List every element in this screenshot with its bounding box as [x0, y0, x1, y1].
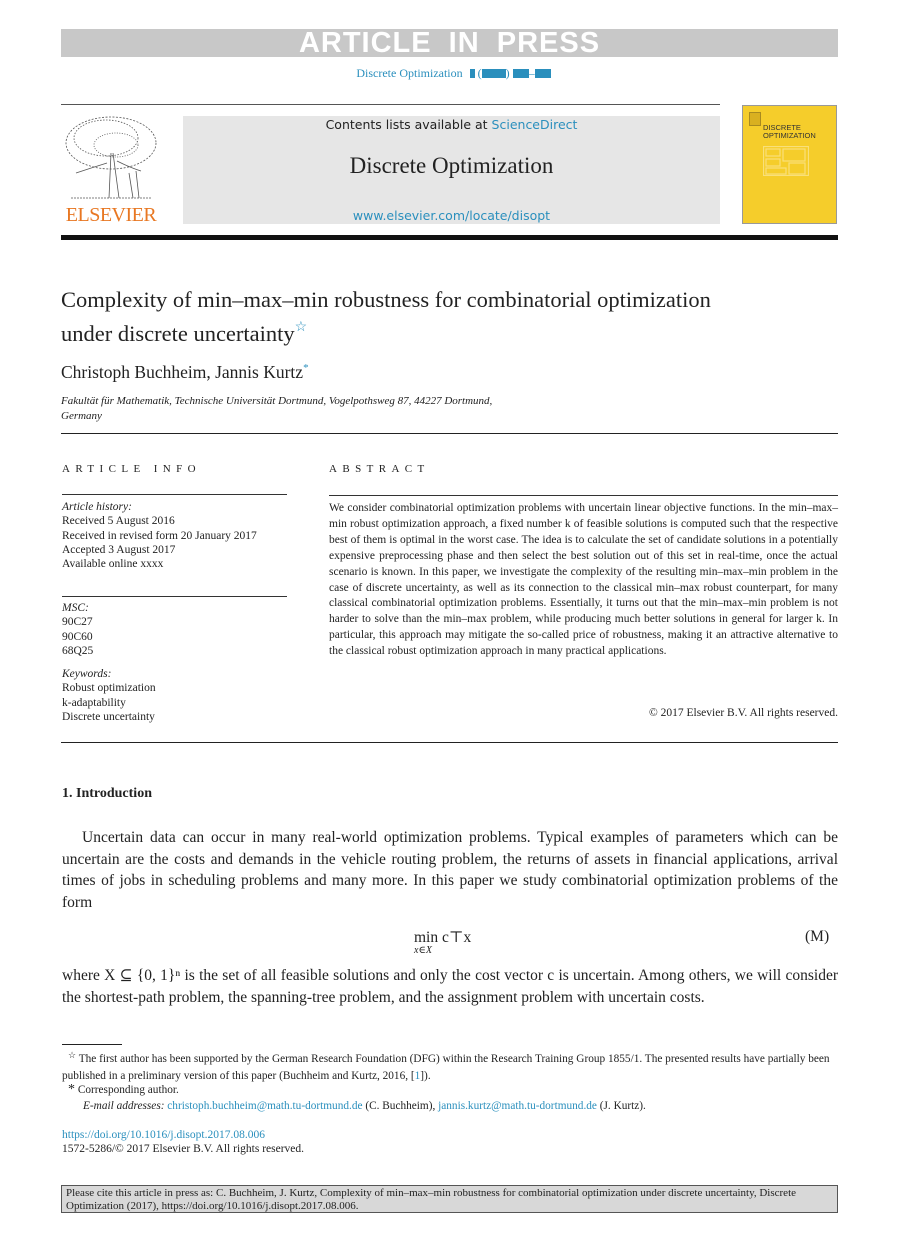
year-placeholder: [481, 69, 506, 78]
history-item: Available online xxxx: [62, 558, 164, 571]
abstract-copyright: © 2017 Elsevier B.V. All rights reserved…: [649, 707, 838, 719]
equation-expression: min c⊤x: [414, 929, 472, 946]
volume-placeholder: [469, 69, 475, 78]
header-thick-rule: [61, 235, 838, 240]
keyword: Discrete uncertainty: [62, 710, 155, 723]
journal-title: Discrete Optimization: [349, 153, 554, 178]
footnote-funding: ☆ The first author has been supported by…: [62, 1047, 838, 1086]
section-heading-introduction: 1. Introduction: [62, 786, 152, 801]
abstract-heading: ABSTRACT: [329, 463, 430, 475]
contents-prefix: Contents lists available at: [325, 117, 492, 132]
equation-label: (M): [805, 928, 830, 945]
article-in-press-banner: ARTICLE IN PRESS: [61, 26, 838, 59]
author-list: Christoph Buchheim, Jannis Kurtz*: [61, 362, 309, 383]
footnote-funding-text: The first author has been supported by t…: [62, 1053, 830, 1083]
history-item: Received 5 August 2016: [62, 515, 175, 528]
article-info-rule-2: [62, 596, 287, 597]
corresponding-author-text: Corresponding author.: [75, 1084, 179, 1096]
email-owner: (J. Kurtz).: [596, 1100, 646, 1112]
msc-code: 68Q25: [62, 644, 94, 657]
title-divider: [61, 433, 838, 434]
journal-url-link[interactable]: www.elsevier.com/locate/disopt: [353, 208, 550, 223]
affiliation-line2: Germany: [61, 410, 102, 422]
authors-text: Christoph Buchheim, Jannis Kurtz: [61, 362, 304, 382]
footnote-star-mark: ☆: [68, 1050, 77, 1060]
abstract-text: We consider combinatorial optimization p…: [329, 502, 838, 658]
article-history: Article history: Received 5 August 2016 …: [62, 500, 290, 571]
running-head-journal: Discrete Optimization: [356, 66, 463, 80]
corresponding-author-link[interactable]: *: [303, 362, 309, 374]
msc-codes: MSC: 90C27 90C60 68Q25: [62, 601, 290, 658]
cover-title-line2: OPTIMIZATION: [763, 131, 816, 140]
msc-code: 90C27: [62, 616, 93, 629]
sciencedirect-link[interactable]: ScienceDirect: [492, 117, 578, 132]
citation-box: Please cite this article in press as: C.…: [61, 1185, 838, 1213]
email-owner: (C. Buchheim),: [362, 1100, 439, 1112]
msc-label: MSC:: [62, 602, 89, 614]
email-addresses: E-mail addresses: christoph.buchheim@mat…: [62, 1098, 859, 1115]
paper-title-text: Complexity of min–max–min robustness for…: [61, 287, 711, 346]
footnote-asterisk-mark: *: [68, 1082, 75, 1097]
equation-m: min c⊤x x∈X: [414, 928, 472, 956]
abstract-rule: [329, 495, 838, 496]
cover-graphic: [763, 146, 809, 176]
keyword: k-adaptability: [62, 696, 126, 709]
equation-subscript: x∈X: [414, 945, 432, 956]
running-head: Discrete Optimization () –: [0, 66, 907, 81]
cover-title: DISCRETE OPTIMIZATION: [763, 124, 816, 140]
page-end-placeholder: [534, 69, 551, 78]
history-label: Article history:: [62, 501, 132, 513]
email-link-buchheim[interactable]: christoph.buchheim@math.tu-dortmund.de: [167, 1100, 362, 1112]
keywords: Keywords: Robust optimization k-adaptabi…: [62, 667, 290, 724]
affiliation: Fakultät für Mathematik, Technische Univ…: [61, 394, 671, 424]
journal-url-wrapper: www.elsevier.com/locate/disopt: [183, 208, 720, 223]
footnote-rule: [62, 1044, 122, 1045]
email-link-kurtz[interactable]: jannis.kurtz@math.tu-dortmund.de: [438, 1100, 597, 1112]
cover-logo-icon: [749, 112, 761, 126]
contents-line: Contents lists available at ScienceDirec…: [183, 117, 720, 132]
journal-cover-image: DISCRETE OPTIMIZATION: [742, 105, 837, 224]
doi-link[interactable]: https://doi.org/10.1016/j.disopt.2017.08…: [62, 1129, 265, 1141]
issn-copyright: 1572-5286/© 2017 Elsevier B.V. All right…: [62, 1143, 305, 1155]
history-item: Accepted 3 August 2017: [62, 543, 176, 556]
intro-paragraph-2: where X ⊆ {0, 1}ⁿ is the set of all feas…: [62, 967, 838, 1006]
paper-title: Complexity of min–max–min robustness for…: [61, 286, 761, 348]
intro-paragraph-1: Uncertain data can occur in many real-wo…: [62, 829, 838, 912]
affiliation-line1: Fakultät für Mathematik, Technische Univ…: [61, 395, 493, 407]
keywords-label: Keywords:: [62, 668, 112, 680]
header-top-rule: [61, 104, 720, 105]
article-info-rule: [62, 494, 287, 495]
publisher-wordmark: ELSEVIER: [65, 204, 157, 226]
article-info-heading: ARTICLE INFO: [62, 463, 201, 475]
msc-code: 90C60: [62, 630, 93, 643]
email-label: E-mail addresses:: [83, 1100, 168, 1112]
history-item: Received in revised form 20 January 2017: [62, 529, 257, 542]
keyword: Robust optimization: [62, 682, 156, 695]
page-start-placeholder: [512, 69, 529, 78]
footnote-corresponding: * Corresponding author.: [62, 1081, 844, 1099]
title-footnote-star-link[interactable]: ☆: [295, 320, 308, 335]
banner-text: ARTICLE IN PRESS: [298, 26, 601, 59]
front-matter-divider: [61, 742, 838, 743]
